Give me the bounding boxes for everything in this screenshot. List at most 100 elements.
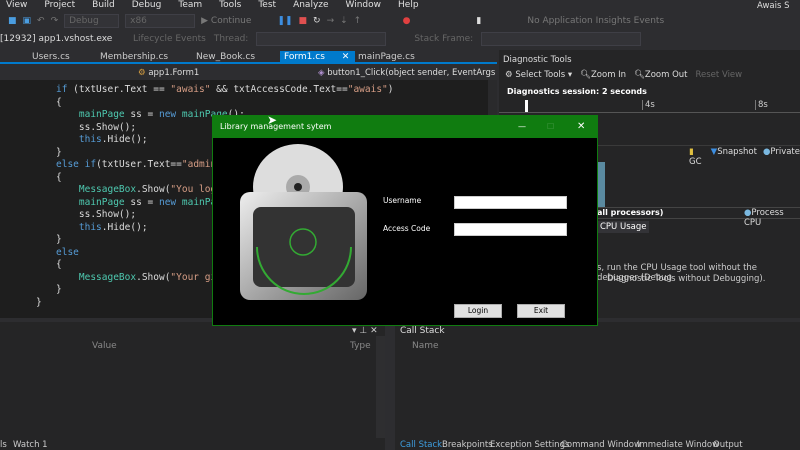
select-tools-button[interactable]: ⚙ Select Tools ▾ [505, 70, 572, 80]
cpu-graph-label: all processors) [597, 208, 664, 217]
save-icon[interactable]: ■ [8, 16, 17, 26]
legend-label: Private [770, 147, 800, 157]
reset-view-button[interactable]: Reset View [696, 70, 743, 80]
locals-panel: ▾ ⊥ ✕ Value Type [0, 322, 385, 450]
zoom-in-button[interactable]: 🔍︎Zoom In [580, 70, 626, 80]
platform-select[interactable]: x86 [125, 14, 196, 28]
legend-gc: ▮ GC [689, 147, 705, 167]
tab-new-book[interactable]: New_Book.cs [192, 51, 259, 64]
column-name[interactable]: Name [412, 341, 439, 351]
tab-locals[interactable]: ls [0, 440, 7, 450]
tab-call-stack[interactable]: Call Stack [400, 440, 442, 450]
call-stack-panel: Call Stack Name [395, 322, 800, 450]
panel-controls[interactable]: ▾ ⊥ ✕ [352, 326, 378, 336]
tab-mainpage[interactable]: mainPage.cs [354, 51, 419, 64]
timeline-ruler[interactable]: 4s 8s [499, 100, 800, 113]
code-line: MessageBox.Show("You logi [78, 184, 222, 195]
username-input[interactable] [454, 196, 567, 209]
zoom-out-label: Zoom Out [644, 70, 688, 80]
menu-window[interactable]: Window [346, 0, 382, 12]
login-dialog: Library management sytem — ☐ ✕ Username … [212, 115, 598, 326]
config-select[interactable]: Debug [64, 14, 120, 28]
zoom-in-label: Zoom In [590, 70, 627, 80]
maximize-button[interactable]: ☐ [547, 116, 554, 138]
tab-command-window[interactable]: Command Window [561, 440, 641, 450]
class-icon: ⚙ [138, 68, 146, 78]
tab-watch1[interactable]: Watch 1 [13, 440, 48, 450]
redo-icon[interactable]: ↷ [51, 16, 59, 26]
close-icon[interactable]: ✕ [342, 52, 350, 62]
thread-label: Thread: [213, 33, 249, 44]
user-name[interactable]: Awais S [757, 1, 790, 11]
zoom-out-button[interactable]: 🔍︎Zoom Out [634, 70, 687, 80]
tab-membership[interactable]: Membership.cs [96, 51, 172, 64]
tab-exception-settings[interactable]: Exception Settings [490, 440, 569, 450]
timeline-marker[interactable] [525, 100, 528, 112]
cpu-message-line2: Diagnostic Tools without Debugging). [607, 274, 766, 284]
pause-icon[interactable]: ❚❚ [277, 16, 292, 26]
legend-label: GC [689, 157, 702, 167]
username-label: Username [383, 196, 422, 205]
exit-button[interactable]: Exit [517, 304, 565, 318]
gc-icon: ▮ [689, 147, 694, 157]
column-value[interactable]: Value [92, 341, 117, 351]
class-dropdown[interactable]: ⚙ app1.Form1 [138, 66, 199, 80]
minimize-button[interactable]: — [518, 116, 526, 138]
legend-snapshot: ▼Snapshot [711, 147, 757, 167]
thread-select[interactable] [256, 31, 387, 46]
tab-label: Form1.cs [284, 52, 325, 62]
method-icon: ◈ [318, 68, 325, 78]
stop-icon[interactable]: ■ [299, 16, 308, 26]
tab-immediate-window[interactable]: Immediate Window [637, 440, 719, 450]
legend-label: Snapshot [717, 147, 757, 157]
code-line: this.Hide(); [78, 221, 148, 233]
menu-debug[interactable]: Debug [132, 0, 162, 12]
menu-view[interactable]: View [6, 0, 27, 12]
continue-label: Continue [210, 16, 252, 26]
tab-users[interactable]: Users.cs [28, 51, 74, 64]
menu-tools[interactable]: Tools [219, 0, 241, 12]
tab-form1[interactable]: Form1.cs ✕ [280, 51, 355, 64]
code-line: { [56, 259, 62, 270]
breakpoint-icon[interactable]: ● [403, 16, 411, 26]
class-label: app1.Form1 [148, 68, 200, 78]
tab-cpu-usage[interactable]: CPU Usage [597, 221, 650, 233]
menu-project[interactable]: Project [44, 0, 75, 12]
column-type[interactable]: Type [350, 341, 371, 351]
bookmark-icon[interactable]: ▮ [476, 16, 481, 26]
document-tabs: Users.cs Membership.cs New_Book.cs Form1… [0, 50, 497, 64]
step-icons[interactable]: →⇣↑ [327, 16, 397, 26]
access-code-input[interactable] [454, 223, 567, 236]
code-line: } [56, 284, 62, 295]
menu-help[interactable]: Help [398, 0, 419, 12]
insights-button[interactable]: No Application Insights Events [527, 16, 664, 26]
close-button[interactable]: ✕ [577, 116, 585, 138]
code-line: ss.Show(); [56, 209, 137, 220]
tab-output[interactable]: Output [713, 440, 743, 450]
legend-private: ●Private [763, 147, 800, 167]
login-button[interactable]: Login [454, 304, 502, 318]
menu-build[interactable]: Build [92, 0, 115, 12]
debug-location-toolbar: [12932] app1.vshost.exe Lifecycle Events… [0, 30, 800, 47]
continue-button[interactable]: ▶ Continue [201, 16, 251, 26]
code-line: else if(txtUser.Text=="admin"& [56, 159, 228, 170]
menu-analyze[interactable]: Analyze [293, 0, 328, 12]
process-select[interactable]: [12932] app1.vshost.exe [0, 34, 125, 44]
undo-icon[interactable]: ↶ [37, 16, 45, 26]
tick-4s: 4s [642, 100, 655, 110]
stack-frame-select[interactable] [481, 31, 642, 46]
lifecycle-events[interactable]: Lifecycle Events [133, 34, 206, 44]
memory-bar [597, 162, 605, 207]
menu-team[interactable]: Team [178, 0, 202, 12]
session-label: Diagnostics session: 2 seconds [507, 87, 647, 96]
restart-icon[interactable]: ↻ [313, 16, 321, 26]
menu-test[interactable]: Test [258, 0, 276, 12]
panel-title: Call Stack [400, 326, 445, 336]
code-line: else [56, 246, 79, 258]
code-line: { [56, 171, 62, 183]
save-all-icon[interactable]: ▣ [23, 16, 32, 26]
locals-scrollbar[interactable] [376, 336, 385, 438]
tab-breakpoints[interactable]: Breakpoints [442, 440, 493, 450]
code-line: } [56, 234, 62, 245]
code-line: { [56, 96, 62, 108]
